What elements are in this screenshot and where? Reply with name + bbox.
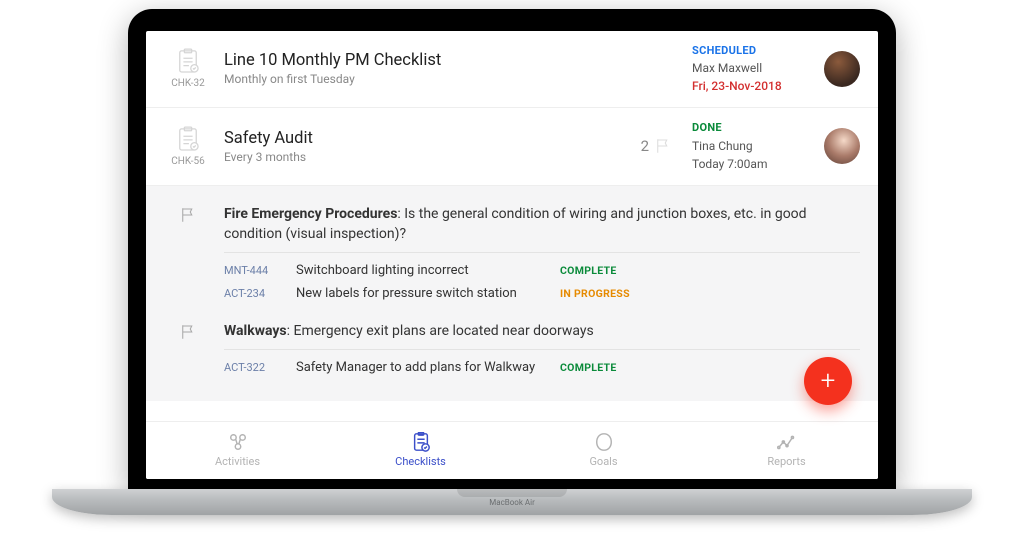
action-row[interactable]: ACT-322 Safety Manager to add plans for W… bbox=[224, 356, 860, 379]
checklist-row[interactable]: CHK-56 Safety Audit Every 3 months 2 DONETin… bbox=[146, 108, 878, 186]
action-status-badge: IN PROGRESS bbox=[560, 287, 630, 300]
checklist-title: Safety Audit bbox=[224, 129, 629, 148]
plus-icon: + bbox=[821, 366, 836, 396]
nav-item-activities[interactable]: Activities bbox=[146, 422, 329, 479]
status-badge: DONE bbox=[692, 120, 812, 137]
assignee-name: Max Maxwell bbox=[692, 59, 812, 77]
assignee-name: Tina Chung bbox=[692, 137, 812, 155]
checklist-id-column: CHK-56 bbox=[164, 126, 212, 167]
nav-item-checklists[interactable]: Checklists bbox=[329, 422, 512, 479]
flagged-body: Walkways: Emergency exit plans are locat… bbox=[224, 321, 860, 379]
avatar[interactable] bbox=[824, 128, 860, 164]
flag-column bbox=[164, 204, 212, 224]
laptop-base: MacBook Air bbox=[52, 489, 972, 515]
flag-indicator: 2 bbox=[641, 137, 672, 155]
flag-icon bbox=[654, 137, 672, 155]
flag-count: 2 bbox=[641, 137, 649, 155]
checklists-icon bbox=[410, 432, 432, 452]
bottom-nav: Activities Checklists Goals Reports bbox=[146, 421, 878, 479]
action-id: MNT-444 bbox=[224, 264, 282, 277]
nav-label: Goals bbox=[589, 455, 617, 468]
action-title: Switchboard lighting incorrect bbox=[296, 263, 546, 278]
action-id: ACT-322 bbox=[224, 361, 282, 374]
avatar[interactable] bbox=[824, 51, 860, 87]
nav-item-reports[interactable]: Reports bbox=[695, 422, 878, 479]
question-heading: Walkways bbox=[224, 323, 287, 339]
action-row[interactable]: ACT-234 New labels for pressure switch st… bbox=[224, 282, 860, 305]
add-button[interactable]: + bbox=[804, 357, 852, 405]
due-date: Fri, 23-Nov-2018 bbox=[692, 77, 812, 95]
due-date: Today 7:00am bbox=[692, 155, 812, 173]
question-text: : Emergency exit plans are located near … bbox=[287, 323, 594, 339]
laptop-frame: CHK-32 Line 10 Monthly PM Checklist Monthl… bbox=[52, 9, 972, 544]
action-status-badge: COMPLETE bbox=[560, 264, 617, 277]
nav-label: Reports bbox=[767, 455, 805, 468]
action-row[interactable]: MNT-444 Switchboard lighting incorrect COM… bbox=[224, 259, 860, 282]
flag-icon bbox=[179, 206, 197, 224]
flagged-body: Fire Emergency Procedures: Is the genera… bbox=[224, 204, 860, 306]
flag-column bbox=[164, 321, 212, 341]
flagged-item: Fire Emergency Procedures: Is the genera… bbox=[164, 196, 860, 314]
flagged-question: Fire Emergency Procedures: Is the genera… bbox=[224, 204, 860, 254]
goals-icon bbox=[593, 432, 615, 452]
checklist-main: Line 10 Monthly PM Checklist Monthly on f… bbox=[224, 51, 680, 86]
reports-icon bbox=[776, 432, 798, 452]
clipboard-icon bbox=[177, 48, 199, 74]
action-id: ACT-234 bbox=[224, 287, 282, 300]
nav-item-goals[interactable]: Goals bbox=[512, 422, 695, 479]
checklist-meta: DONETina ChungToday 7:00am bbox=[692, 120, 812, 173]
checklist-id-column: CHK-32 bbox=[164, 48, 212, 89]
checklist-schedule: Monthly on first Tuesday bbox=[224, 72, 680, 86]
action-title: New labels for pressure switch station bbox=[296, 286, 546, 301]
checklist-title: Line 10 Monthly PM Checklist bbox=[224, 51, 680, 70]
clipboard-icon bbox=[177, 126, 199, 152]
detail-section: Fire Emergency Procedures: Is the genera… bbox=[146, 186, 878, 402]
flagged-question: Walkways: Emergency exit plans are locat… bbox=[224, 321, 860, 350]
checklist-id: CHK-32 bbox=[171, 78, 205, 89]
checklist-meta: SCHEDULEDMax MaxwellFri, 23-Nov-2018 bbox=[692, 43, 812, 96]
nav-label: Checklists bbox=[395, 455, 446, 468]
laptop-label: MacBook Air bbox=[489, 498, 535, 507]
laptop-bezel: CHK-32 Line 10 Monthly PM Checklist Monthl… bbox=[128, 9, 896, 489]
flagged-item: Walkways: Emergency exit plans are locat… bbox=[164, 313, 860, 387]
nav-label: Activities bbox=[215, 455, 260, 468]
flag-icon bbox=[179, 323, 197, 341]
action-list: MNT-444 Switchboard lighting incorrect COM… bbox=[224, 259, 860, 305]
app-screen: CHK-32 Line 10 Monthly PM Checklist Monthl… bbox=[146, 31, 878, 479]
status-badge: SCHEDULED bbox=[692, 43, 812, 60]
checklist-row[interactable]: CHK-32 Line 10 Monthly PM Checklist Monthl… bbox=[146, 31, 878, 109]
content-scroll[interactable]: CHK-32 Line 10 Monthly PM Checklist Monthl… bbox=[146, 31, 878, 421]
checklist-schedule: Every 3 months bbox=[224, 150, 629, 164]
action-title: Safety Manager to add plans for Walkway bbox=[296, 360, 546, 375]
action-status-badge: COMPLETE bbox=[560, 361, 617, 374]
checklist-main: Safety Audit Every 3 months bbox=[224, 129, 629, 164]
question-heading: Fire Emergency Procedures bbox=[224, 206, 397, 222]
activities-icon bbox=[227, 432, 249, 452]
checklist-id: CHK-56 bbox=[171, 156, 205, 167]
action-list: ACT-322 Safety Manager to add plans for W… bbox=[224, 356, 860, 379]
